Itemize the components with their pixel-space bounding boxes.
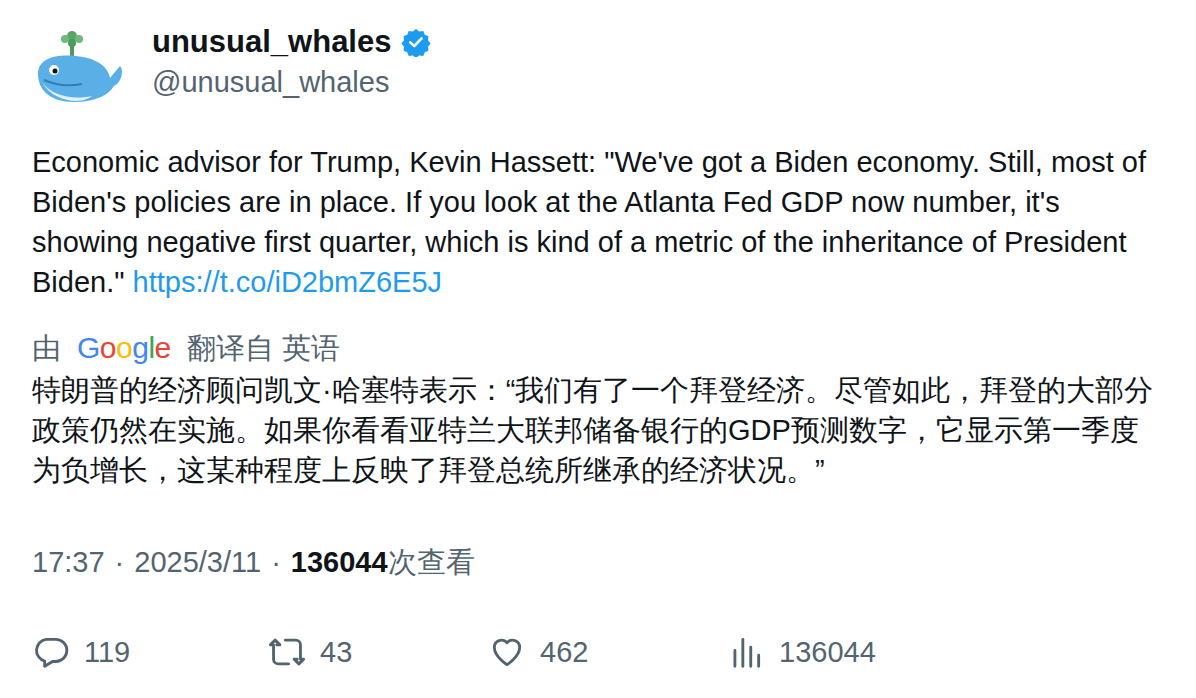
post-header: unusual_whales@unusual_whales	[32, 22, 1164, 110]
meta-separator: ·	[271, 542, 281, 582]
post-meta: 17:37·2025/3/11·136044次查看	[32, 542, 1164, 582]
action-button[interactable]: 43	[268, 632, 488, 672]
repost-arrows-icon	[268, 633, 306, 671]
author-info: unusual_whales@unusual_whales	[152, 22, 431, 102]
reply-bubble-icon	[32, 633, 70, 671]
translation-label: 由 Google 翻译自 英语	[32, 328, 1164, 368]
post-text: Economic advisor for Trump, Kevin Hasset…	[32, 142, 1164, 302]
author-name[interactable]: unusual_whales	[152, 22, 391, 62]
action-button[interactable]: 119	[32, 632, 268, 672]
verified-badge-icon	[401, 27, 431, 57]
bar-chart-icon	[727, 633, 765, 671]
action-count: 43	[320, 632, 352, 672]
translation-prefix: 由	[32, 328, 61, 368]
post-date[interactable]: 2025/3/11	[134, 542, 261, 582]
views-count: 136044	[291, 542, 388, 582]
post-time[interactable]: 17:37	[32, 542, 105, 582]
action-count: 462	[540, 632, 588, 672]
author-name-row: unusual_whales	[152, 22, 431, 62]
action-count: 136044	[779, 632, 876, 672]
whale-avatar-icon[interactable]	[32, 26, 124, 110]
post-card: unusual_whales@unusual_whales Economic ad…	[0, 0, 1196, 698]
translation-source: 翻译自 英语	[187, 328, 340, 368]
post-link[interactable]: https://t.co/iD2bmZ6E5J	[133, 266, 442, 298]
meta-separator: ·	[115, 542, 125, 582]
heart-icon	[488, 633, 526, 671]
author-handle[interactable]: @unusual_whales	[152, 62, 431, 102]
translated-text: 特朗普的经济顾问凯文·哈塞特表示：“我们有了一个拜登经济。尽管如此，拜登的大部分…	[32, 370, 1164, 490]
action-bar: 119 43 462 136044	[32, 632, 1164, 672]
action-button[interactable]: 462	[488, 632, 727, 672]
action-count: 119	[84, 632, 130, 672]
action-button[interactable]: 136044	[727, 632, 1164, 672]
google-logo: Google	[77, 328, 171, 368]
views-label: 次查看	[388, 542, 475, 582]
